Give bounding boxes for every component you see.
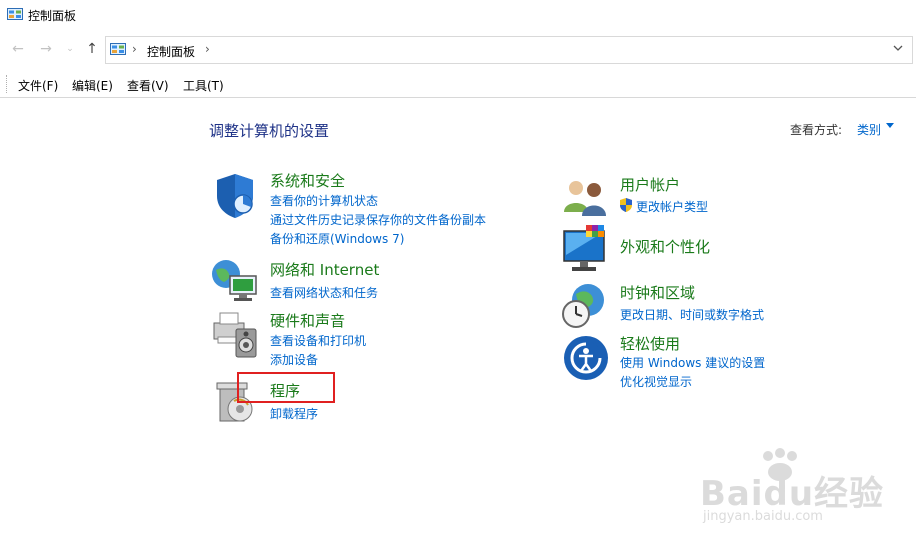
users-icon[interactable] [562, 178, 610, 216]
navigation-bar: ← → ⌄ ↑ › 控制面板 › [0, 34, 916, 68]
category-appearance-personalization[interactable]: 外观和个性化 [620, 236, 710, 257]
address-bar[interactable]: › 控制面板 › [105, 36, 913, 64]
highlight-box [237, 372, 335, 403]
title-bar: 控制面板 [0, 0, 916, 30]
link-optimize-visual-display[interactable]: 优化视觉显示 [620, 373, 692, 390]
monitor-palette-icon[interactable] [562, 225, 610, 275]
category-clock-region[interactable]: 时钟和区域 [620, 282, 695, 303]
chevron-down-icon[interactable] [892, 42, 904, 54]
link-change-account-type[interactable]: 更改帐户类型 [636, 198, 708, 215]
shield-icon[interactable] [211, 172, 259, 220]
link-uninstall-program[interactable]: 卸载程序 [270, 405, 318, 422]
chevron-down-icon[interactable]: ⌄ [62, 41, 78, 57]
control-panel-icon [110, 43, 126, 55]
menu-tools[interactable]: 工具(T) [183, 77, 224, 94]
link-devices-printers[interactable]: 查看设备和打印机 [270, 332, 366, 349]
link-file-history[interactable]: 通过文件历史记录保存你的文件备份副本 [270, 211, 486, 228]
view-by-dropdown[interactable]: 类别 [857, 121, 881, 138]
category-hardware-sound[interactable]: 硬件和声音 [270, 310, 345, 331]
uac-shield-icon [620, 198, 632, 212]
arrow-up-icon[interactable]: ↑ [84, 41, 100, 57]
breadcrumb-separator[interactable]: › [132, 42, 137, 56]
category-ease-of-access[interactable]: 轻松使用 [620, 333, 680, 354]
category-network-internet[interactable]: 网络和 Internet [270, 259, 379, 280]
link-windows-recommended-settings[interactable]: 使用 Windows 建议的设置 [620, 354, 765, 371]
watermark: Baidu经验 jingyan.baidu.com [700, 448, 900, 538]
view-by-label: 查看方式: [790, 123, 843, 137]
window-title: 控制面板 [28, 9, 77, 23]
page-title: 调整计算机的设置 [209, 122, 330, 140]
link-add-device[interactable]: 添加设备 [270, 351, 318, 368]
clock-globe-icon[interactable] [560, 282, 608, 330]
menu-file[interactable]: 文件(F) [18, 77, 58, 94]
menu-view[interactable]: 查看(V) [127, 77, 169, 94]
link-backup-restore[interactable]: 备份和还原(Windows 7) [270, 230, 404, 247]
menu-grip [6, 75, 7, 93]
link-date-time-format[interactable]: 更改日期、时间或数字格式 [620, 306, 764, 323]
arrow-left-icon[interactable]: ← [10, 41, 26, 57]
control-panel-icon [7, 8, 23, 20]
watermark-logo: Baidu经验 [700, 474, 885, 514]
menu-bar: 文件(F) 编辑(E) 查看(V) 工具(T) [0, 72, 916, 98]
arrow-right-icon[interactable]: → [38, 41, 54, 57]
chevron-down-icon[interactable] [886, 123, 894, 128]
link-view-computer-status[interactable]: 查看你的计算机状态 [270, 192, 378, 209]
ease-of-access-icon[interactable] [563, 335, 609, 381]
breadcrumb-control-panel[interactable]: 控制面板 [147, 43, 195, 60]
category-system-security[interactable]: 系统和安全 [270, 170, 345, 191]
watermark-url: jingyan.baidu.com [703, 509, 823, 524]
link-network-status[interactable]: 查看网络状态和任务 [270, 284, 378, 301]
category-user-accounts[interactable]: 用户帐户 [620, 174, 680, 195]
network-globe-icon[interactable] [210, 258, 260, 304]
printer-speaker-icon[interactable] [210, 309, 260, 359]
menu-edit[interactable]: 编辑(E) [72, 77, 113, 94]
breadcrumb-separator[interactable]: › [205, 42, 210, 56]
